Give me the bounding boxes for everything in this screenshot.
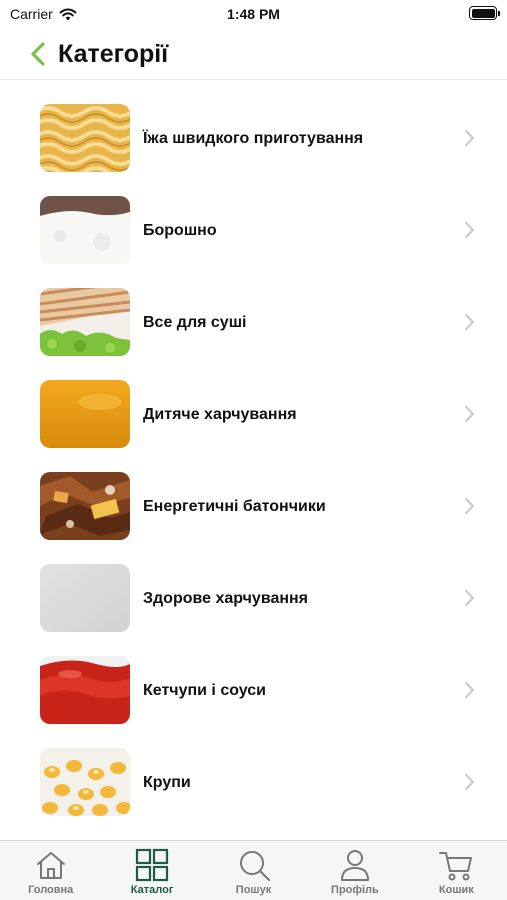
healthy-food-image [40, 564, 130, 632]
chevron-left-icon [31, 42, 45, 66]
category-label: Борошно [143, 221, 217, 239]
category-item-ketchup[interactable]: Кетчупи і соуси [0, 644, 507, 736]
category-item-sushi[interactable]: Все для суші [0, 276, 507, 368]
grid-icon [136, 848, 169, 882]
tab-bar: Головна Каталог Пошук Профіль Кошик [0, 840, 507, 900]
tab-home[interactable]: Головна [0, 841, 101, 900]
category-item-baby-food[interactable]: Дитяче харчування [0, 368, 507, 460]
tab-search[interactable]: Пошук [203, 841, 304, 900]
tab-profile[interactable]: Профіль [304, 841, 405, 900]
back-button[interactable] [24, 38, 52, 70]
category-label: Дитяче харчування [143, 405, 297, 423]
category-label: Їжа швидкого приготування [143, 129, 364, 147]
baby-food-image [40, 380, 130, 448]
tab-label: Кошик [438, 884, 474, 896]
chevron-right-icon [465, 590, 474, 606]
category-item-flour[interactable]: Борошно [0, 184, 507, 276]
chevron-right-icon [465, 222, 474, 238]
sushi-image [40, 288, 130, 356]
chevron-right-icon [465, 406, 474, 422]
status-time: 1:48 PM [227, 6, 280, 22]
noodles-image [40, 104, 130, 172]
chevron-right-icon [465, 314, 474, 330]
tab-label: Пошук [235, 884, 272, 896]
category-item-grains[interactable]: Крупи [0, 736, 507, 828]
cart-icon [439, 852, 473, 881]
category-list[interactable]: Їжа швидкого приготування Борошно Все дл… [0, 80, 507, 840]
category-label: Кетчупи і соуси [143, 681, 267, 699]
chevron-right-icon [465, 682, 474, 698]
energy-bar-image [40, 472, 130, 540]
home-icon [36, 852, 65, 879]
navigation-bar: Категорії [0, 28, 507, 80]
user-icon [340, 850, 369, 881]
tab-label: Каталог [130, 884, 174, 896]
category-item-healthy-food[interactable]: Здорове харчування [0, 552, 507, 644]
chevron-right-icon [465, 498, 474, 514]
category-item-energy-bars[interactable]: Енергетичні батончики [0, 460, 507, 552]
grains-image [40, 748, 130, 816]
tab-label: Головна [28, 884, 74, 896]
status-bar: Carrier 1:48 PM [0, 0, 507, 28]
category-label: Енергетичні батончики [143, 497, 326, 515]
category-label: Все для суші [143, 313, 247, 331]
page-title: Категорії [58, 40, 169, 68]
chevron-right-icon [465, 774, 474, 790]
category-label: Крупи [143, 773, 191, 791]
category-label: Здорове харчування [143, 589, 309, 607]
ketchup-image [40, 656, 130, 724]
category-item-next-partial[interactable] [0, 828, 507, 840]
tab-label: Профіль [331, 884, 379, 896]
battery-icon [469, 6, 500, 20]
tab-catalog[interactable]: Каталог [101, 841, 202, 900]
search-icon [239, 851, 270, 882]
tab-cart[interactable]: Кошик [406, 841, 507, 900]
category-item-fast-food[interactable]: Їжа швидкого приготування [0, 92, 507, 184]
chevron-right-icon [465, 130, 474, 146]
flour-image [40, 196, 130, 264]
